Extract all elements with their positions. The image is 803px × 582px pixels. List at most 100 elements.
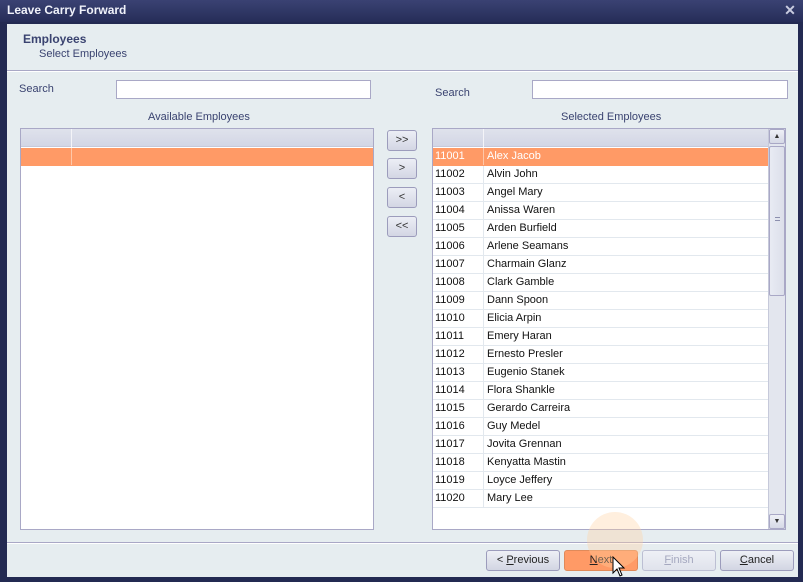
grid-header — [21, 129, 373, 147]
cell-id: 11008 — [433, 274, 484, 291]
wizard-header: Employees Select Employees — [7, 24, 798, 70]
table-row[interactable]: 11008 Clark Gamble — [433, 274, 768, 292]
next-button[interactable]: Next — [564, 550, 638, 571]
next-accel: N — [589, 554, 598, 566]
cell-id: 11013 — [433, 364, 484, 381]
finish-rest: inish — [671, 554, 694, 566]
cell-name: Gerardo Carreira — [487, 402, 571, 414]
page-subtitle: Select Employees — [39, 48, 128, 60]
grip-icon — [775, 217, 780, 221]
table-row[interactable]: 11010 Elicia Arpin — [433, 310, 768, 328]
selected-employees-grid[interactable]: 11001 Alex Jacob 11002 Alvin John 11003 Angel… — [432, 128, 786, 530]
cell-name: Alvin John — [487, 168, 538, 180]
cell-name: Ernesto Presler — [487, 348, 563, 360]
table-row[interactable]: 11018 Kenyatta Mastin — [433, 454, 768, 472]
previous-button[interactable]: < Previous — [486, 550, 560, 571]
table-row[interactable]: 11020 Mary Lee — [433, 490, 768, 508]
cancel-button[interactable]: Cancel — [720, 550, 794, 571]
cell-id: 11018 — [433, 454, 484, 471]
remove-all-button[interactable]: << — [387, 216, 417, 237]
cell-id: 11009 — [433, 292, 484, 309]
cell-id: 11001 — [433, 148, 484, 165]
cell-name: Dann Spoon — [487, 294, 549, 306]
cell-name: Arlene Seamans — [487, 240, 569, 252]
available-search-input[interactable] — [116, 80, 371, 99]
previous-prefix: < — [496, 554, 507, 566]
cell-name: Jovita Grennan — [487, 438, 562, 450]
next-rest: ext — [597, 554, 613, 566]
table-row[interactable]: 11006 Arlene Seamans — [433, 238, 768, 256]
table-row[interactable]: 11004 Anissa Waren — [433, 202, 768, 220]
cell-id: 11006 — [433, 238, 484, 255]
wizard-body: Employees Select Employees Search Availa… — [7, 24, 798, 577]
cancel-accel: C — [739, 554, 748, 566]
footer-divider — [7, 542, 798, 544]
title-bar: Leave Carry Forward ✕ — [0, 0, 803, 22]
table-row[interactable]: 11003 Angel Mary — [433, 184, 768, 202]
table-row[interactable]: 11013 Eugenio Stanek — [433, 364, 768, 382]
header-divider — [7, 70, 798, 72]
column-header-id[interactable] — [433, 129, 484, 147]
cell-id: 11004 — [433, 202, 484, 219]
table-row[interactable]: 11014 Flora Shankle — [433, 382, 768, 400]
table-row[interactable]: 11011 Emery Haran — [433, 328, 768, 346]
scroll-thumb[interactable] — [769, 146, 785, 296]
table-row[interactable]: 11016 Guy Medel — [433, 418, 768, 436]
close-icon[interactable]: ✕ — [783, 2, 797, 18]
cell-id: 11020 — [433, 490, 484, 507]
cell-name: Guy Medel — [487, 420, 541, 432]
cell-name: Eugenio Stanek — [487, 366, 565, 378]
table-row[interactable]: 11002 Alvin John — [433, 166, 768, 184]
table-row[interactable] — [21, 148, 373, 166]
cell-name: Alex Jacob — [487, 150, 541, 162]
cell-id: 11016 — [433, 418, 484, 435]
selected-rows: 11001 Alex Jacob 11002 Alvin John 11003 Angel… — [433, 148, 768, 508]
add-all-button[interactable]: >> — [387, 130, 417, 151]
right-search-label: Search — [435, 87, 470, 99]
add-button[interactable]: > — [387, 158, 417, 179]
window-title: Leave Carry Forward — [7, 3, 127, 17]
cell-name: Flora Shankle — [487, 384, 555, 396]
cell-id: 11002 — [433, 166, 484, 183]
cell-name: Mary Lee — [487, 492, 533, 504]
cell-id: 11014 — [433, 382, 484, 399]
table-row[interactable]: 11017 Jovita Grennan — [433, 436, 768, 454]
scroll-up-arrow-icon[interactable]: ▲ — [769, 129, 785, 144]
available-employees-grid[interactable] — [20, 128, 374, 530]
cell-name: Loyce Jeffery — [487, 474, 553, 486]
cell-name: Emery Haran — [487, 330, 552, 342]
table-row[interactable]: 11012 Ernesto Presler — [433, 346, 768, 364]
finish-button[interactable]: Finish — [642, 550, 716, 571]
remove-button[interactable]: < — [387, 187, 417, 208]
cell-id: 11015 — [433, 400, 484, 417]
grid-header — [433, 129, 768, 147]
page-title: Employees — [23, 32, 87, 46]
cell-name: Angel Mary — [487, 186, 543, 198]
cell-name: Arden Burfield — [487, 222, 557, 234]
cell-id: 11012 — [433, 346, 484, 363]
cell-id: 11003 — [433, 184, 484, 201]
table-row[interactable]: 11019 Loyce Jeffery — [433, 472, 768, 490]
column-header-id[interactable] — [21, 129, 72, 147]
cell-id: 11010 — [433, 310, 484, 327]
selected-search-input[interactable] — [532, 80, 788, 99]
vertical-scrollbar[interactable]: ▲ ▼ — [768, 129, 785, 529]
scroll-down-arrow-icon[interactable]: ▼ — [769, 514, 785, 529]
table-row[interactable]: 11001 Alex Jacob — [433, 148, 768, 166]
available-employees-title: Available Employees — [148, 111, 250, 123]
previous-accel: P — [506, 554, 514, 566]
table-row[interactable]: 11005 Arden Burfield — [433, 220, 768, 238]
selected-employees-title: Selected Employees — [561, 111, 662, 123]
previous-rest: revious — [513, 554, 550, 566]
cell-name: Elicia Arpin — [487, 312, 542, 324]
cell-name — [73, 148, 373, 165]
table-row[interactable]: 11007 Charmain Glanz — [433, 256, 768, 274]
cell-id: 11007 — [433, 256, 484, 273]
available-rows — [21, 148, 373, 166]
cancel-rest: ancel — [747, 554, 775, 566]
cell-name: Kenyatta Mastin — [487, 456, 566, 468]
table-row[interactable]: 11015 Gerardo Carreira — [433, 400, 768, 418]
cell-id: 11017 — [433, 436, 484, 453]
table-row[interactable]: 11009 Dann Spoon — [433, 292, 768, 310]
cell-name: Anissa Waren — [487, 204, 556, 216]
